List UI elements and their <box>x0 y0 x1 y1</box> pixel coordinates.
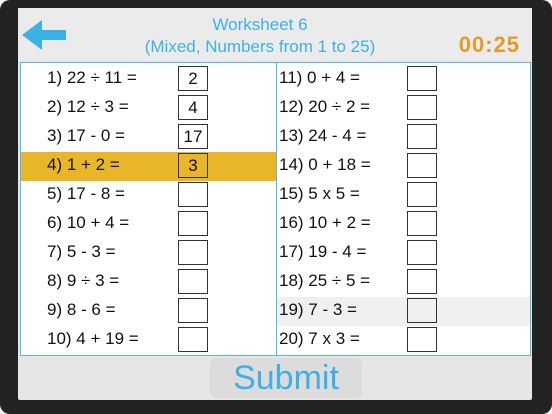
question-row-9: 9) 8 - 6 = <box>21 297 276 326</box>
question-label: 9) 8 - 6 = <box>47 300 116 319</box>
question-label: 1) 22 ÷ 11 = <box>47 68 137 87</box>
answer-box[interactable] <box>407 211 437 236</box>
question-row-4: 4) 1 + 2 = 3 <box>21 152 276 181</box>
answer-box[interactable] <box>178 269 208 294</box>
arrow-left-icon <box>22 20 66 50</box>
question-label: 7) 5 - 3 = <box>47 242 116 261</box>
question-row-19: 19) 7 - 3 = <box>277 297 530 326</box>
answer-box[interactable] <box>407 327 437 352</box>
answer-box[interactable]: 3 <box>178 153 208 178</box>
question-row-16: 16) 10 + 2 = <box>277 210 530 239</box>
answer-box[interactable]: 17 <box>178 124 208 149</box>
answer-box[interactable] <box>407 298 437 323</box>
answer-box[interactable]: 2 <box>178 66 208 91</box>
question-row-6: 6) 10 + 4 = <box>21 210 276 239</box>
timer: 00:25 <box>458 32 520 57</box>
answer-box[interactable] <box>178 182 208 207</box>
question-label: 16) 10 + 2 = <box>279 213 371 232</box>
question-row-13: 13) 24 - 4 = <box>277 123 530 152</box>
questions-column-right: 11) 0 + 4 = 12) 20 ÷ 2 = 13) 24 - 4 = 14… <box>277 63 530 355</box>
question-row-3: 3) 17 - 0 = 17 <box>21 123 276 152</box>
back-button[interactable] <box>22 18 68 52</box>
answer-box[interactable] <box>178 327 208 352</box>
answer-box[interactable] <box>178 211 208 236</box>
question-row-10: 10) 4 + 19 = <box>21 326 276 355</box>
question-label: 8) 9 ÷ 3 = <box>47 271 120 290</box>
question-label: 12) 20 ÷ 2 = <box>279 97 371 116</box>
question-label: 15) 5 x 5 = <box>279 184 360 203</box>
question-label: 11) 0 + 4 = <box>279 68 360 87</box>
questions-table: 1) 22 ÷ 11 = 2 2) 12 ÷ 3 = 4 3) 17 - 0 =… <box>20 62 531 356</box>
answer-box[interactable] <box>407 182 437 207</box>
question-row-17: 17) 19 - 4 = <box>277 239 530 268</box>
answer-box[interactable] <box>407 95 437 120</box>
questions-column-left: 1) 22 ÷ 11 = 2 2) 12 ÷ 3 = 4 3) 17 - 0 =… <box>21 63 277 355</box>
question-label: 13) 24 - 4 = <box>279 126 367 145</box>
answer-box[interactable] <box>407 153 437 178</box>
answer-box[interactable]: 4 <box>178 95 208 120</box>
answer-box[interactable] <box>178 240 208 265</box>
question-row-5: 5) 17 - 8 = <box>21 181 276 210</box>
worksheet-subtitle: (Mixed, Numbers from 1 to 25) <box>144 37 376 56</box>
question-row-20: 20) 7 x 3 = <box>277 326 530 355</box>
question-label: 3) 17 - 0 = <box>47 126 125 145</box>
question-label: 2) 12 ÷ 3 = <box>47 97 129 116</box>
question-label: 5) 17 - 8 = <box>47 184 125 203</box>
question-row-15: 15) 5 x 5 = <box>277 181 530 210</box>
question-label: 4) 1 + 2 = <box>47 155 120 174</box>
question-label: 17) 19 - 4 = <box>279 242 367 261</box>
header: Worksheet 6 (Mixed, Numbers from 1 to 25… <box>18 8 532 60</box>
question-row-1: 1) 22 ÷ 11 = 2 <box>21 65 276 94</box>
device-frame: Worksheet 6 (Mixed, Numbers from 1 to 25… <box>0 0 552 414</box>
answer-box[interactable] <box>407 269 437 294</box>
question-label: 10) 4 + 19 = <box>47 329 139 348</box>
question-row-7: 7) 5 - 3 = <box>21 239 276 268</box>
question-row-2: 2) 12 ÷ 3 = 4 <box>21 94 276 123</box>
question-row-14: 14) 0 + 18 = <box>277 152 530 181</box>
question-label: 20) 7 x 3 = <box>279 329 360 348</box>
question-row-12: 12) 20 ÷ 2 = <box>277 94 530 123</box>
answer-box[interactable] <box>407 124 437 149</box>
question-row-8: 8) 9 ÷ 3 = <box>21 268 276 297</box>
question-row-11: 11) 0 + 4 = <box>277 65 530 94</box>
question-label: 19) 7 - 3 = <box>279 300 357 319</box>
answer-box[interactable] <box>407 66 437 91</box>
answer-box[interactable] <box>178 298 208 323</box>
question-label: 14) 0 + 18 = <box>279 155 371 174</box>
question-row-18: 18) 25 ÷ 5 = <box>277 268 530 297</box>
question-label: 6) 10 + 4 = <box>47 213 130 232</box>
submit-button[interactable]: Submit <box>210 358 362 398</box>
worksheet-title: Worksheet 6 <box>212 15 308 34</box>
worksheet-screen: Worksheet 6 (Mixed, Numbers from 1 to 25… <box>18 8 532 400</box>
question-label: 18) 25 ÷ 5 = <box>279 271 371 290</box>
answer-box[interactable] <box>407 240 437 265</box>
